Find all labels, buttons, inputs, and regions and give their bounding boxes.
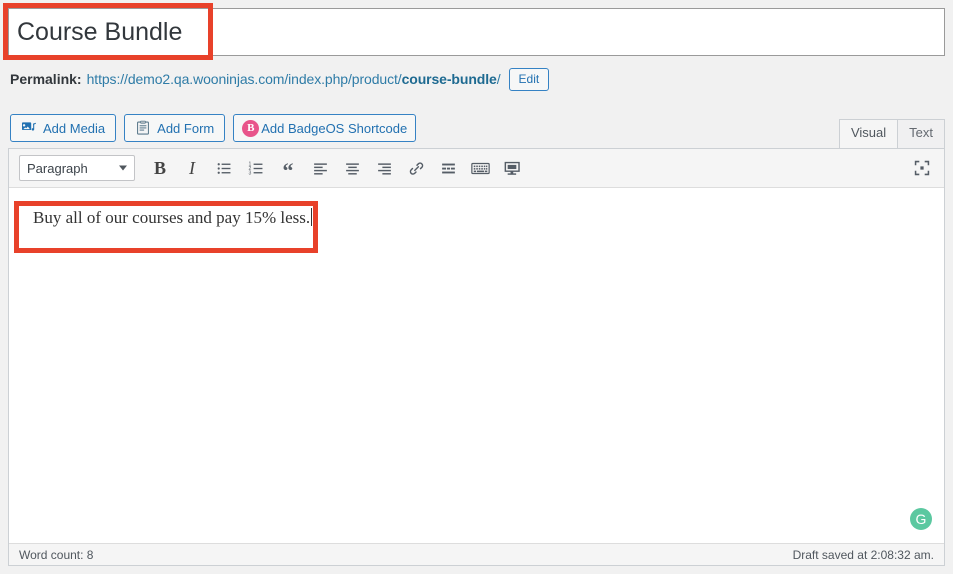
distraction-free-button[interactable] (497, 153, 527, 183)
add-form-icon (135, 120, 151, 136)
permalink-url-prefix: https://demo2.qa.wooninjas.com/index.php… (86, 71, 402, 87)
align-right-button[interactable] (369, 153, 399, 183)
keyboard-icon (470, 160, 490, 177)
editor-content-area[interactable]: Buy all of our courses and pay 15% less.… (9, 188, 944, 544)
link-icon (408, 160, 425, 177)
post-title-wrap (8, 8, 945, 56)
editor-paragraph[interactable]: Buy all of our courses and pay 15% less. (33, 205, 932, 231)
bold-button[interactable]: B (145, 153, 175, 183)
toolbar-toggle-button[interactable] (465, 153, 495, 183)
tab-text[interactable]: Text (897, 119, 945, 148)
wordpress-post-editor: Permalink: https://demo2.qa.wooninjas.co… (0, 0, 953, 574)
add-media-icon (21, 120, 37, 136)
fullscreen-button[interactable] (907, 153, 937, 183)
tab-visual[interactable]: Visual (838, 119, 899, 148)
numbered-list-button[interactable]: 1 2 3 (241, 153, 271, 183)
grammarly-icon[interactable]: G (910, 508, 932, 530)
editor-mode-tabs: Visual Text (838, 119, 945, 148)
align-center-button[interactable] (337, 153, 367, 183)
align-right-icon (376, 160, 393, 177)
align-left-button[interactable] (305, 153, 335, 183)
numbered-list-icon: 1 2 3 (248, 160, 265, 177)
bulleted-list-icon (216, 160, 233, 177)
permalink-url-suffix: / (496, 71, 501, 87)
insert-link-button[interactable] (401, 153, 431, 183)
add-badgeos-shortcode-button[interactable]: B Add BadgeOS Shortcode (233, 114, 417, 142)
content-editor: Paragraph B I 1 2 3 “ Buy all of our cou… (8, 148, 945, 566)
edit-permalink-button[interactable]: Edit (508, 67, 550, 91)
draft-saved-label: Draft saved at 2:08:32 am. (792, 547, 934, 562)
read-more-icon (440, 160, 457, 177)
post-title-input[interactable] (8, 8, 945, 56)
blockquote-button[interactable]: “ (273, 153, 303, 183)
editor-status-bar: Word count: 8 Draft saved at 2:08:32 am. (9, 543, 944, 565)
paragraph-format-select[interactable]: Paragraph (19, 155, 135, 181)
add-form-label: Add Form (157, 120, 215, 136)
add-badgeos-shortcode-label: Add BadgeOS Shortcode (261, 120, 408, 136)
add-media-button[interactable]: Add Media (10, 114, 117, 142)
read-more-button[interactable] (433, 153, 463, 183)
word-count-label: Word count: 8 (19, 547, 94, 562)
paragraph-format-wrap: Paragraph (15, 155, 135, 181)
align-center-icon (344, 160, 361, 177)
text-cursor (311, 208, 313, 226)
bulleted-list-button[interactable] (209, 153, 239, 183)
permalink-label: Permalink: (10, 71, 82, 87)
editor-paragraph-text: Buy all of our courses and pay 15% less. (33, 208, 311, 227)
permalink-link[interactable]: https://demo2.qa.wooninjas.com/index.php… (87, 71, 501, 87)
editor-toolbar: Paragraph B I 1 2 3 “ (9, 149, 944, 188)
add-form-button[interactable]: Add Form (124, 114, 226, 142)
svg-text:3: 3 (248, 170, 251, 176)
permalink-row: Permalink: https://demo2.qa.wooninjas.co… (10, 65, 550, 93)
permalink-slug: course-bundle (401, 71, 497, 87)
italic-button[interactable]: I (177, 153, 207, 183)
fullscreen-icon (913, 159, 931, 177)
media-buttons-row: Add Media Add Form B Add BadgeOS Shortco… (10, 114, 417, 142)
badgeos-icon: B (242, 119, 260, 137)
align-left-icon (312, 160, 329, 177)
add-media-label: Add Media (43, 120, 106, 136)
monitor-icon (503, 160, 521, 177)
